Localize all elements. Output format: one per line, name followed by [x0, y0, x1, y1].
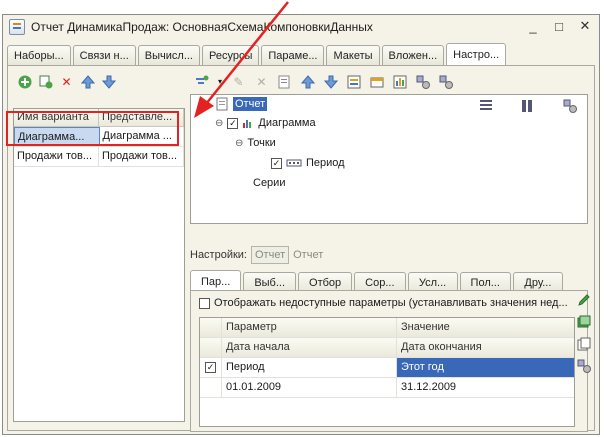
highlight-box — [6, 111, 179, 146]
tab-templates[interactable]: Макеты — [326, 45, 380, 65]
copy-icon[interactable] — [577, 337, 591, 351]
end-date-cell[interactable]: 31.12.2009 — [397, 378, 574, 397]
variant-name-cell[interactable]: Продажи тов... — [14, 147, 99, 166]
tab-links[interactable]: Связи н... — [72, 45, 136, 65]
tab-parameters[interactable]: Пар... — [190, 270, 242, 292]
parameters-panel: Отображать недоступные параметры (устана… — [190, 290, 591, 432]
tab-nested[interactable]: Вложен... — [381, 45, 445, 65]
delete-icon[interactable]: ✕ — [59, 75, 74, 90]
tree-node-label: Период — [306, 157, 345, 169]
tab-conditional[interactable]: Усл... — [407, 272, 458, 292]
maximize-button[interactable]: □ — [551, 18, 567, 34]
tab-settings[interactable]: Настро... — [446, 43, 507, 65]
parameters-table-header: Параметр Значение — [200, 318, 574, 338]
table-layout-icon[interactable] — [479, 99, 493, 113]
tab-other[interactable]: Дру... — [512, 272, 563, 292]
tab-datasets[interactable]: Наборы... — [7, 45, 71, 65]
tab-sort[interactable]: Сор... — [354, 272, 406, 292]
show-unavailable-option[interactable]: Отображать недоступные параметры (устана… — [199, 297, 568, 309]
table-row[interactable]: 01.01.2009 31.12.2009 — [200, 378, 574, 398]
tab-fields[interactable]: Пол... — [459, 272, 511, 292]
table-row[interactable]: ✓ Период Этот год — [200, 358, 574, 378]
show-unavailable-checkbox[interactable] — [199, 297, 210, 309]
field-icon — [286, 159, 302, 167]
settings-report-text[interactable]: Отчет — [293, 249, 323, 261]
report-icon — [9, 19, 25, 35]
col-end-date[interactable]: Дата окончания — [397, 338, 574, 357]
columns-layout-icon[interactable] — [521, 99, 535, 113]
table-row[interactable]: Продажи тов... Продажи тов... — [14, 147, 184, 167]
move-down-icon[interactable] — [101, 75, 116, 90]
start-date-cell[interactable]: 01.01.2009 — [222, 378, 397, 397]
bottom-tabs: Пар... Выб... Отбор Сор... Усл... Пол...… — [190, 270, 565, 292]
col-start-date[interactable]: Дата начала — [222, 338, 397, 357]
col-value[interactable]: Значение — [397, 318, 574, 337]
parameters-table: Параметр Значение Дата начала Дата оконч… — [199, 317, 575, 427]
window-controls: _ □ ✕ — [525, 18, 593, 34]
grid-settings-icon[interactable] — [563, 99, 577, 113]
table-settings-icon[interactable] — [369, 75, 384, 90]
move-up-icon[interactable] — [300, 75, 315, 90]
field-settings-icon[interactable] — [438, 75, 453, 90]
period-checkbox[interactable]: ✓ — [271, 157, 282, 169]
minimize-button[interactable]: _ — [525, 18, 541, 34]
parameters-table-subheader: Дата начала Дата окончания — [200, 338, 574, 358]
pencil-icon[interactable] — [577, 293, 591, 307]
fill-icon[interactable] — [577, 315, 591, 329]
tree-node-points[interactable]: ⊖ Точки — [235, 137, 276, 149]
title-bar: Отчет ДинамикаПродаж: ОсновнаяСхемаКомпо… — [3, 15, 599, 39]
tab-filter[interactable]: Отбор — [298, 272, 353, 292]
tree-right-tools — [479, 99, 577, 113]
group-settings-icon[interactable] — [415, 75, 430, 90]
move-up-icon[interactable] — [80, 75, 95, 90]
variants-grid: Имя варианта Представле... Диаграмма... … — [13, 108, 185, 422]
tree-node-label: Точки — [247, 137, 276, 149]
tree-node-series[interactable]: Серии — [253, 177, 285, 189]
period-use-checkbox[interactable]: ✓ — [205, 362, 216, 373]
settings-label: Настройки: — [190, 249, 247, 261]
tree-node-label: Серии — [253, 177, 286, 189]
close-button[interactable]: ✕ — [577, 18, 593, 34]
add-icon[interactable] — [17, 75, 32, 90]
settings-row: Настройки: Отчет Отчет — [190, 246, 323, 264]
report-settings-icon[interactable] — [346, 75, 361, 90]
chart-settings-icon[interactable] — [392, 75, 407, 90]
collapse-icon[interactable]: ⊖ — [235, 138, 243, 149]
copy-icon[interactable] — [38, 75, 53, 90]
tab-selection[interactable]: Выб... — [243, 272, 297, 292]
show-unavailable-label: Отображать недоступные параметры (устана… — [214, 297, 568, 309]
annotation-arrow-icon — [194, 1, 289, 118]
parameters-side-tools — [577, 293, 591, 373]
tree-node-period[interactable]: ✓ Период — [271, 157, 345, 169]
param-settings-icon[interactable] — [577, 359, 591, 373]
param-name-cell[interactable]: Период — [222, 358, 397, 377]
variants-toolbar: ✕ — [13, 72, 185, 92]
variant-presentation-cell[interactable]: Продажи тов... — [99, 147, 184, 166]
report-window: Отчет ДинамикаПродаж: ОсновнаяСхемаКомпо… — [2, 14, 600, 435]
col-parameter[interactable]: Параметр — [222, 318, 397, 337]
settings-report-button[interactable]: Отчет — [251, 246, 290, 264]
param-value-cell[interactable]: Этот год — [397, 358, 574, 377]
move-down-icon[interactable] — [323, 75, 338, 90]
